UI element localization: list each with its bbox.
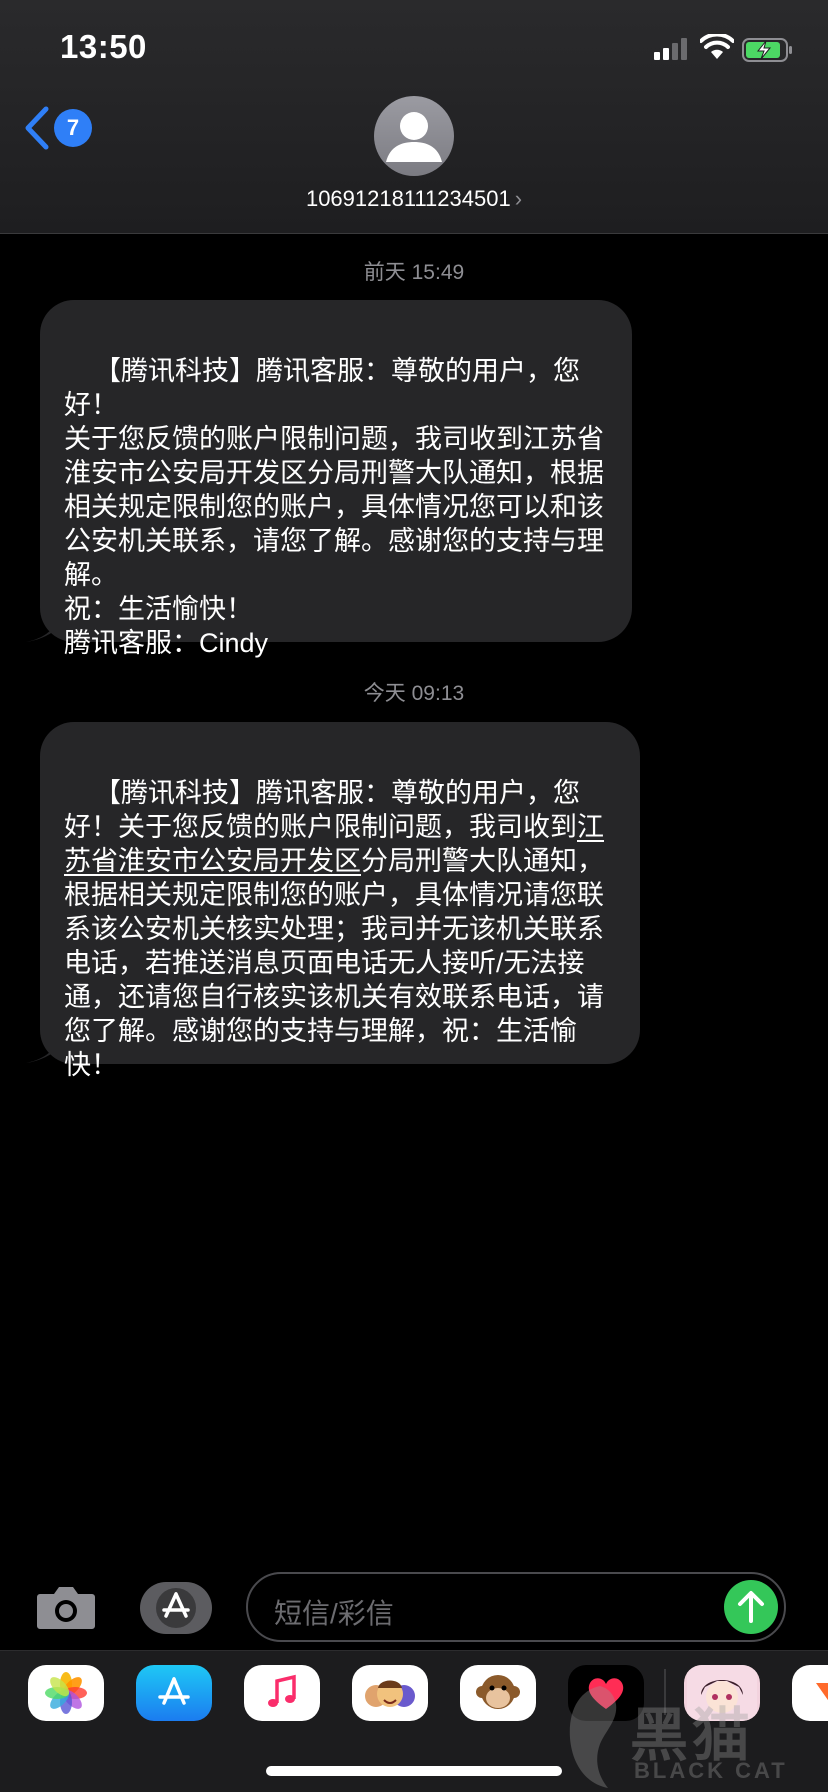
music-note-icon <box>268 1674 296 1707</box>
message-bubble[interactable]: 【腾讯科技】腾讯客服：尊敬的用户，您好！ 关于您反馈的账户限制问题，我司收到江苏… <box>40 300 632 658</box>
watermark: 黑猫 BLACK CAT <box>560 1680 828 1792</box>
input-placeholder: 短信/彩信 <box>274 1598 394 1629</box>
animoji-monkey-icon[interactable] <box>460 1665 536 1721</box>
message-timestamp: 前天 15:49 <box>363 261 465 284</box>
cellular-signal-icon <box>654 38 690 60</box>
contact-number: 10691218111234501 <box>305 186 511 211</box>
home-indicator[interactable] <box>266 1766 562 1776</box>
person-icon <box>386 112 442 162</box>
app-store-icon[interactable] <box>136 1665 212 1721</box>
messages-screen: 13:50 7 10691218111234501 › 前天 15:49 【腾讯… <box>0 0 828 1792</box>
music-icon[interactable] <box>244 1665 320 1721</box>
contact-name-row[interactable]: 10691218111234501 › <box>0 186 828 212</box>
status-time: 13:50 <box>60 28 147 65</box>
app-store-a-icon <box>158 1677 190 1705</box>
camera-icon[interactable] <box>36 1584 96 1630</box>
arrow-up-icon <box>738 1591 764 1623</box>
memoji-faces-icon <box>365 1680 415 1707</box>
wifi-icon <box>700 34 734 59</box>
photos-flower-icon <box>45 1672 87 1714</box>
battery-charging-icon <box>742 38 792 62</box>
chevron-right-icon: › <box>514 186 523 211</box>
memoji-icon[interactable] <box>352 1665 428 1721</box>
contact-avatar[interactable] <box>374 96 454 176</box>
app-store-button[interactable] <box>140 1582 212 1634</box>
message-text: 分局刑警大队通知，根据相关规定限制您的账户，具体情况请您联系该公安机关核实处理；… <box>64 846 604 1080</box>
cat-silhouette-icon <box>569 1686 617 1788</box>
message-text: 【腾讯科技】腾讯客服：尊敬的用户，您好！ 关于您反馈的账户限制问题，我司收到江苏… <box>64 356 604 658</box>
monkey-face-icon <box>476 1675 520 1709</box>
app-store-icon <box>156 1588 196 1628</box>
watermark-subtext: BLACK CAT <box>634 1758 788 1783</box>
back-button[interactable]: 7 <box>22 104 92 152</box>
unread-count-badge: 7 <box>54 109 92 147</box>
message-input[interactable]: 短信/彩信 <box>246 1572 786 1642</box>
chevron-left-icon <box>25 106 49 150</box>
send-button[interactable] <box>724 1580 778 1634</box>
message-text: 【腾讯科技】腾讯客服：尊敬的用户，您好！关于您反馈的账户限制问题，我司收到 <box>64 778 581 842</box>
message-bubble[interactable]: 【腾讯科技】腾讯客服：尊敬的用户，您好！关于您反馈的账户限制问题，我司收到江苏省… <box>40 722 640 1080</box>
photos-icon[interactable] <box>28 1665 104 1721</box>
message-timestamp: 今天 09:13 <box>363 682 465 705</box>
conversation-header: 13:50 7 10691218111234501 › <box>0 0 828 234</box>
